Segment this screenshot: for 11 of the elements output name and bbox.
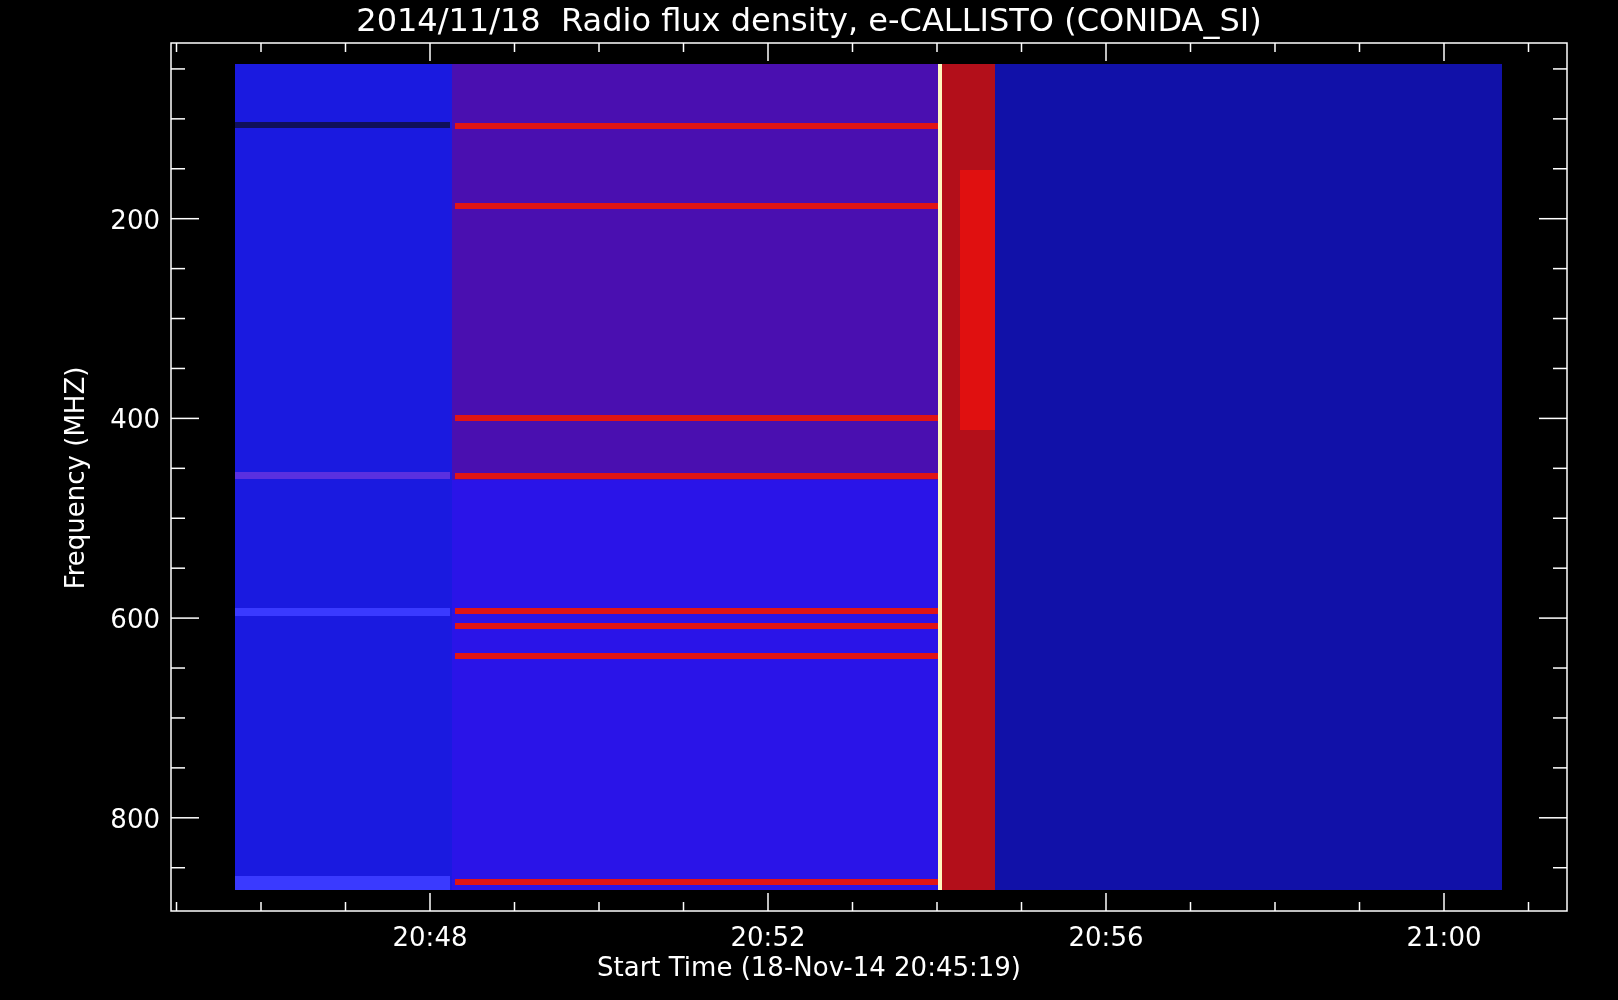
tick-label: 800 (110, 803, 160, 834)
tick-label: 20:48 (392, 922, 468, 952)
tick-label: 21:00 (1406, 922, 1482, 952)
chart-title: 2014/11/18 Radio flux density, e-CALLISTO (CONIDA_SI) (356, 1, 1262, 39)
axis-label: Frequency (MHZ) (60, 366, 90, 590)
axis-label: Start Time (18-Nov-14 20:45:19) (597, 952, 1021, 982)
tick-label: 400 (110, 404, 160, 435)
tick-label: 200 (110, 204, 160, 235)
tick-label: 20:56 (1068, 922, 1144, 952)
tick-label: 20:52 (730, 922, 806, 952)
tick-label: 600 (110, 604, 160, 635)
